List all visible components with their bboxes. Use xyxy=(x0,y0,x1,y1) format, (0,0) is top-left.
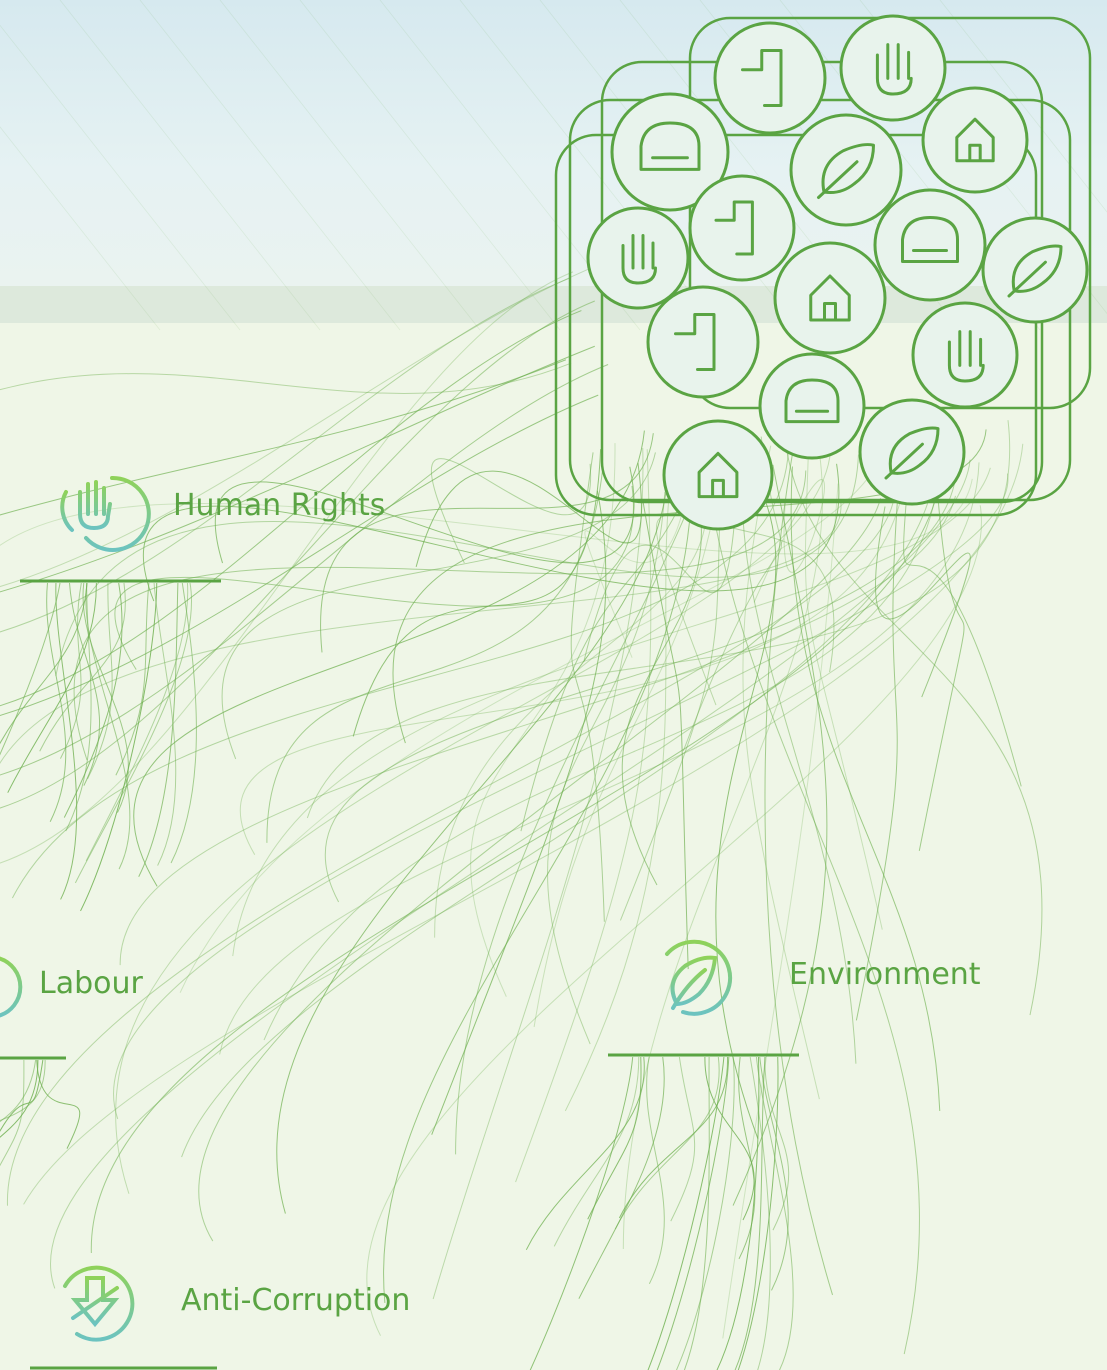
strand-line xyxy=(790,466,941,1112)
strand-line xyxy=(266,468,604,843)
strand-line xyxy=(0,126,161,331)
strand-line xyxy=(0,582,61,756)
car-icon xyxy=(646,285,760,399)
minus-one-icon xyxy=(713,21,827,135)
strand-line xyxy=(85,582,131,870)
strand-line xyxy=(50,459,971,1289)
leaf-icon xyxy=(873,188,987,302)
strand-line xyxy=(219,0,481,331)
illustration xyxy=(0,0,1107,1370)
strand-line xyxy=(646,1056,665,1285)
strand-line xyxy=(119,495,957,966)
strand-line xyxy=(39,582,126,752)
house-icon xyxy=(662,419,774,531)
strand-line xyxy=(138,582,179,877)
strand-line xyxy=(614,1056,720,1230)
plug-icon xyxy=(911,301,1019,409)
fuel-pump-icon xyxy=(688,174,796,282)
strand-line xyxy=(670,1056,696,1222)
factory-icon xyxy=(773,241,887,355)
hand-icon xyxy=(839,14,947,122)
environment-label: Environment xyxy=(789,957,981,992)
anti-corruption-label: Anti-Corruption xyxy=(181,1283,411,1318)
oil-barrel-icon xyxy=(586,206,690,310)
strand-line xyxy=(529,1056,634,1370)
human-rights-label: Human Rights xyxy=(173,488,386,523)
strand-line xyxy=(0,259,610,587)
strand-line xyxy=(0,1059,44,1132)
strand-line xyxy=(525,1056,645,1251)
labour-label: Labour xyxy=(39,966,143,1001)
strand-line xyxy=(170,582,197,864)
raised-hand-icon xyxy=(789,113,903,227)
recycle-icon xyxy=(858,398,966,506)
strand-line xyxy=(115,582,150,776)
strand-line xyxy=(0,24,241,331)
environment-icon xyxy=(665,939,732,1016)
labour-icon xyxy=(0,956,23,1018)
strand-line xyxy=(55,582,78,900)
light-bulb-icon xyxy=(981,216,1089,324)
anti-corruption-icon xyxy=(63,1265,135,1342)
strand-line xyxy=(683,1056,710,1370)
strand-line xyxy=(383,447,693,1303)
strand-line xyxy=(181,482,934,1158)
strand-line xyxy=(0,1059,39,1138)
strand-line xyxy=(455,419,716,1155)
strand-line xyxy=(0,582,88,745)
strand-line xyxy=(432,447,644,1300)
strand-line xyxy=(198,498,882,1242)
strand-line xyxy=(0,1059,25,1167)
box-icon xyxy=(758,352,866,460)
strand-line xyxy=(36,1059,81,1149)
strand-line xyxy=(732,464,828,1206)
down-arrow-icon xyxy=(921,86,1029,194)
strand-line xyxy=(621,484,702,886)
strand-line xyxy=(59,0,321,331)
strand-line xyxy=(299,0,561,331)
strand-line xyxy=(716,1056,760,1370)
human-rights-icon xyxy=(60,475,151,552)
strand-line xyxy=(715,498,777,1139)
strand-line xyxy=(553,1056,640,1247)
strand-line xyxy=(139,0,401,331)
strand-line xyxy=(734,1056,766,1370)
